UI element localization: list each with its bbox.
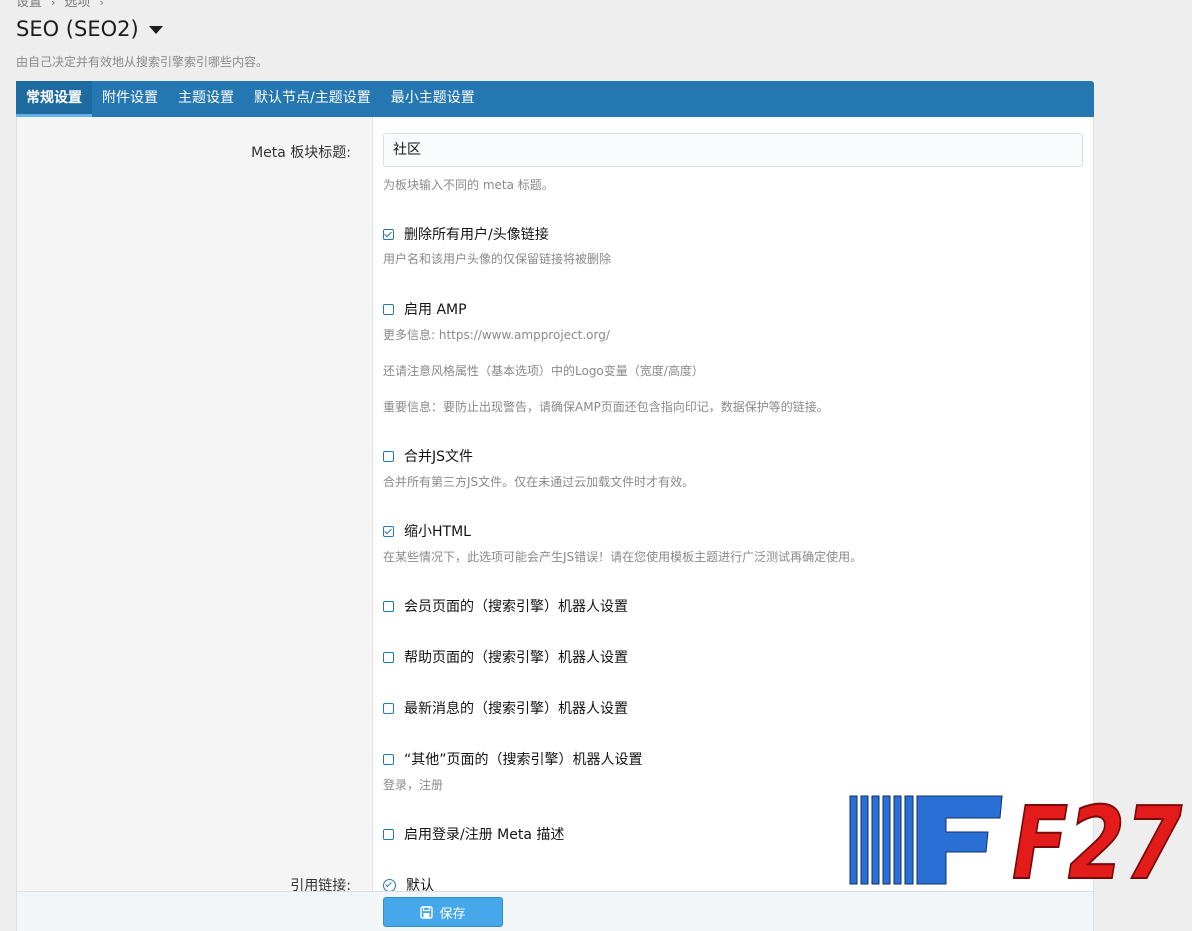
chevron-right-icon: ›: [99, 0, 104, 9]
checkbox-icon[interactable]: [383, 450, 394, 462]
option-label: 缩小HTML: [404, 524, 471, 540]
tab-default-node[interactable]: 默认节点/主题设置: [244, 81, 381, 117]
checkbox-icon[interactable]: [383, 702, 394, 714]
checkbox-icon[interactable]: [383, 753, 394, 765]
option-enable-amp[interactable]: 启用 AMP: [383, 299, 467, 319]
meta-title-input[interactable]: 社区: [383, 133, 1083, 167]
option-label: 启用 AMP: [404, 302, 467, 318]
radio-selected-icon[interactable]: [383, 878, 396, 891]
canonical-option-default[interactable]: 默认: [383, 875, 434, 891]
tab-attachments[interactable]: 附件设置: [92, 81, 168, 117]
option-hint: 登录，注册: [383, 778, 444, 792]
save-icon: [420, 905, 434, 919]
option-robots-help[interactable]: 帮助页面的（搜索引擎）机器人设置: [383, 647, 628, 667]
meta-title-hint: 为板块输入不同的 meta 标题。: [383, 178, 554, 192]
meta-title-label: Meta 板块标题:: [251, 145, 351, 161]
settings-panel: Meta 板块标题: 社区 为板块输入不同的 meta 标题。 删除所有用户/头…: [16, 117, 1094, 891]
option-remove-avatar-links[interactable]: 删除所有用户/头像链接: [383, 224, 549, 244]
checkbox-icon[interactable]: [383, 303, 394, 315]
page-title[interactable]: SEO (SEO2): [16, 17, 163, 41]
tab-min-thread[interactable]: 最小主题设置: [381, 81, 485, 117]
checkbox-checked-icon[interactable]: [383, 228, 394, 240]
checkbox-checked-icon[interactable]: [383, 525, 394, 537]
breadcrumb-item[interactable]: 设置: [16, 0, 42, 10]
option-label: 合并JS文件: [404, 449, 474, 465]
chevron-right-icon: ›: [51, 0, 56, 9]
option-label: 帮助页面的（搜索引擎）机器人设置: [404, 650, 628, 666]
label-column: [17, 117, 373, 891]
option-hint: 用户名和该用户头像的仅保留链接将被删除: [383, 252, 612, 266]
tab-threads[interactable]: 主题设置: [168, 81, 244, 117]
checkbox-icon[interactable]: [383, 828, 394, 840]
option-login-meta-description[interactable]: 启用登录/注册 Meta 描述: [383, 824, 564, 844]
option-label: 最新消息的（搜索引擎）机器人设置: [404, 701, 628, 717]
tab-bar: 常规设置 附件设置 主题设置 默认节点/主题设置 最小主题设置: [16, 81, 1094, 117]
caret-down-icon[interactable]: [148, 26, 163, 34]
form-footer: 保存: [16, 891, 1094, 931]
save-button-label: 保存: [439, 906, 466, 922]
page-description: 由自己决定并有效地从搜索引擎索引哪些内容。: [16, 55, 269, 69]
option-hint: 在某些情况下，此选项可能会产生JS错误！请在您使用模板主题进行广泛测试再确定使用…: [383, 550, 863, 564]
option-robots-members[interactable]: 会员页面的（搜索引擎）机器人设置: [383, 596, 628, 616]
canonical-label: 引用链接:: [290, 878, 351, 891]
option-hint: 还请注意风格属性（基本选项）中的Logo变量（宽度/高度）: [383, 364, 704, 378]
option-robots-other[interactable]: “其他”页面的（搜索引擎）机器人设置: [383, 749, 643, 769]
option-label: 删除所有用户/头像链接: [404, 227, 549, 243]
checkbox-icon[interactable]: [383, 600, 394, 612]
option-hint: 更多信息: https://www.ampproject.org/: [383, 328, 610, 342]
watermark-text: F27: [1012, 790, 1182, 890]
tab-general[interactable]: 常规设置: [16, 81, 92, 117]
option-label: 会员页面的（搜索引擎）机器人设置: [404, 599, 628, 615]
watermark-logo: F27: [849, 790, 1183, 890]
option-label: 默认: [406, 878, 434, 891]
option-merge-js[interactable]: 合并JS文件: [383, 446, 473, 466]
breadcrumb: 设置 › 选项 ›: [16, 0, 113, 10]
page-title-text: SEO (SEO2): [16, 17, 139, 41]
option-label: 启用登录/注册 Meta 描述: [404, 827, 565, 843]
breadcrumb-item[interactable]: 选项: [64, 0, 90, 10]
option-minify-html[interactable]: 缩小HTML: [383, 521, 471, 541]
option-hint: 重要信息：要防止出现警告，请确保AMP页面还包含指向印记，数据保护等的链接。: [383, 400, 829, 414]
save-button[interactable]: 保存: [383, 897, 503, 927]
option-hint: 合并所有第三方JS文件。仅在未通过云加载文件时才有效。: [383, 475, 695, 489]
option-robots-whats-new[interactable]: 最新消息的（搜索引擎）机器人设置: [383, 698, 628, 718]
checkbox-icon[interactable]: [383, 651, 394, 663]
option-label: “其他”页面的（搜索引擎）机器人设置: [404, 752, 643, 768]
